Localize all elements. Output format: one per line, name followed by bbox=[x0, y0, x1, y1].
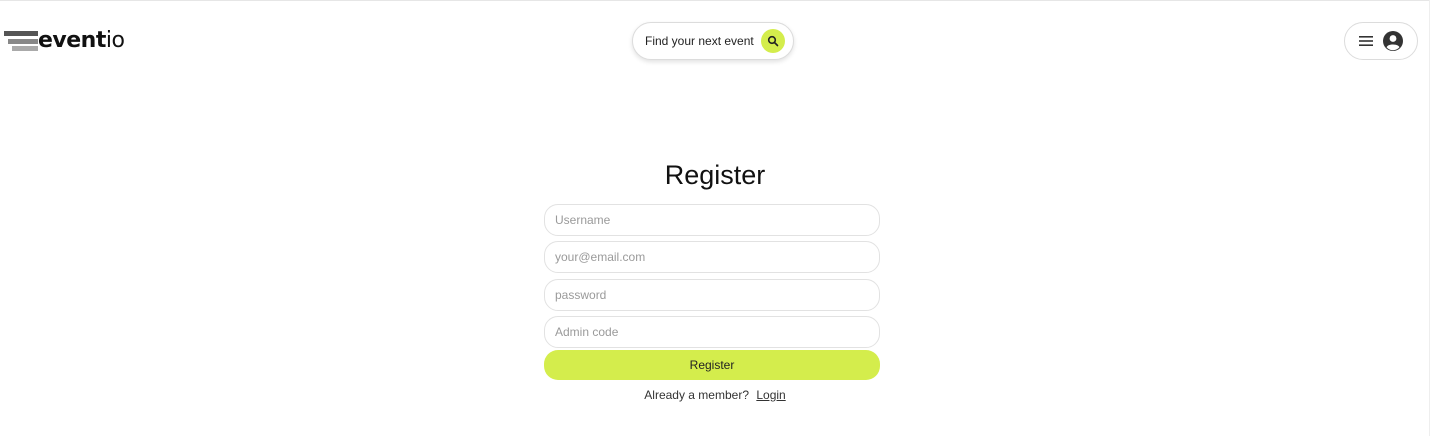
login-link[interactable]: Login bbox=[756, 388, 785, 402]
eventio-logo[interactable]: eventio bbox=[4, 28, 125, 54]
search-button[interactable] bbox=[761, 29, 785, 53]
logo-text: eventio bbox=[38, 28, 125, 54]
user-circle-icon bbox=[1383, 31, 1403, 51]
logo-mark-icon bbox=[4, 31, 38, 51]
header-divider bbox=[0, 0, 1430, 1]
register-button[interactable]: Register bbox=[544, 350, 880, 380]
admin-code-input[interactable] bbox=[544, 316, 880, 348]
logo-text-bold: event bbox=[38, 28, 106, 53]
search-icon bbox=[767, 35, 779, 47]
search-bar[interactable]: Find your next event bbox=[632, 22, 794, 60]
logo-text-light: io bbox=[105, 28, 125, 53]
username-input[interactable] bbox=[544, 204, 880, 236]
member-prompt-text: Already a member? bbox=[644, 388, 749, 402]
hamburger-menu-icon bbox=[1359, 36, 1373, 46]
search-label: Find your next event bbox=[645, 34, 754, 48]
page-title: Register bbox=[664, 160, 766, 190]
user-menu-button[interactable] bbox=[1344, 22, 1418, 60]
email-input[interactable] bbox=[544, 241, 880, 273]
password-input[interactable] bbox=[544, 279, 880, 311]
login-prompt: Already a member? Login bbox=[0, 388, 1430, 402]
